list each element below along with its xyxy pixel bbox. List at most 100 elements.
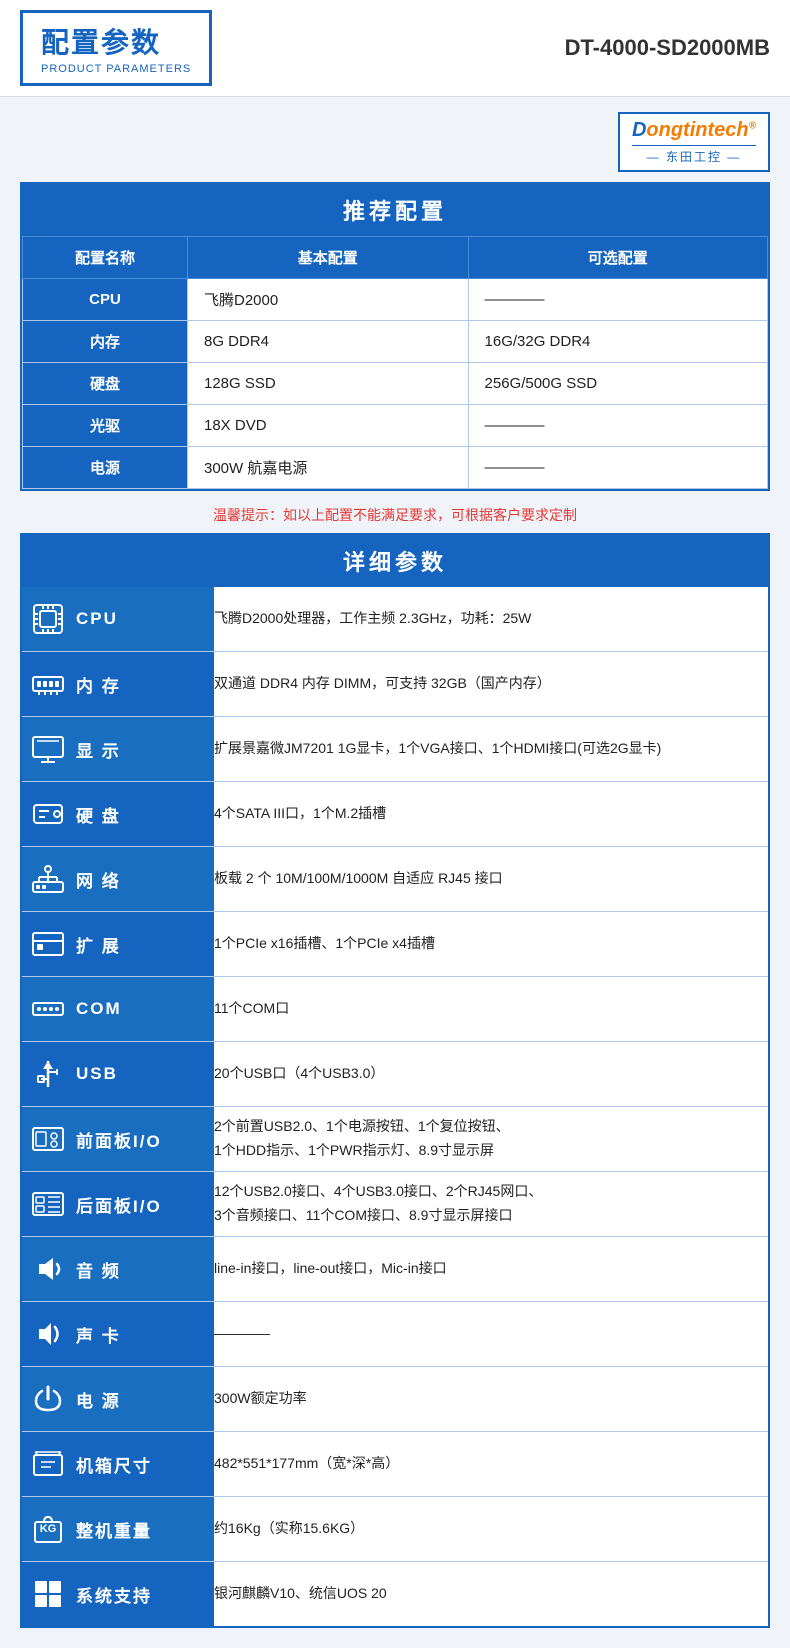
recommend-basic: 128G SSD — [188, 363, 469, 405]
detail-label-text: 内 存 — [76, 672, 121, 697]
detail-label-text: COM — [76, 999, 122, 1019]
detail-row: 后面板I/O 12个USB2.0接口、4个USB3.0接口、2个RJ45网口、3… — [22, 1172, 768, 1237]
detail-value: 飞腾D2000处理器，工作主频 2.3GHz，功耗：25W — [214, 587, 768, 652]
display-icon — [30, 731, 66, 767]
detail-label-text: CPU — [76, 609, 118, 629]
col-basic: 基本配置 — [188, 237, 469, 279]
power-icon — [30, 1381, 66, 1417]
recommend-basic: 18X DVD — [188, 405, 469, 447]
detail-label-text: 整机重量 — [76, 1517, 152, 1542]
detail-label-cell: USB — [22, 1042, 214, 1107]
detail-section: 详细参数 CPU 飞腾D2000处理器，工作主频 2.3GHz，功耗：25W 内… — [20, 533, 770, 1628]
detail-value: 300W额定功率 — [214, 1367, 768, 1432]
detail-label-text: 扩 展 — [76, 932, 121, 957]
recommend-row: CPU 飞腾D2000 ———— — [23, 279, 768, 321]
detail-row: 声 卡 ———— — [22, 1302, 768, 1367]
audio-icon — [30, 1251, 66, 1287]
detail-label-cell: 音 频 — [22, 1237, 214, 1302]
detail-value: 20个USB口（4个USB3.0） — [214, 1042, 768, 1107]
detail-label-text: 机箱尺寸 — [76, 1452, 152, 1477]
recommend-label: CPU — [23, 279, 188, 321]
detail-label-text: 声 卡 — [76, 1322, 121, 1347]
page-title-en: PRODUCT PARAMETERS — [41, 63, 191, 75]
detail-row: 电 源 300W额定功率 — [22, 1367, 768, 1432]
detail-value: 12个USB2.0接口、4个USB3.0接口、2个RJ45网口、3个音频接口、1… — [214, 1172, 768, 1237]
detail-row: USB 20个USB口（4个USB3.0） — [22, 1042, 768, 1107]
model-number: DT-4000-SD2000MB — [565, 35, 770, 61]
recommend-optional: ———— — [468, 405, 767, 447]
detail-row: 机箱尺寸 482*551*177mm（宽*深*高） — [22, 1432, 768, 1497]
detail-label-cell: 系统支持 — [22, 1562, 214, 1627]
recommend-label: 内存 — [23, 321, 188, 363]
recommend-section: 推荐配置 配置名称 基本配置 可选配置 CPU 飞腾D2000 ———— 内存 … — [20, 182, 770, 491]
detail-value: 11个COM口 — [214, 977, 768, 1042]
detail-value: 双通道 DDR4 内存 DIMM，可支持 32GB（国产内存） — [214, 652, 768, 717]
recommend-optional: ———— — [468, 279, 767, 321]
logo-brand: Dongtintech® — [632, 119, 756, 142]
detail-row: KG 整机重量 约16Kg（实称15.6KG） — [22, 1497, 768, 1562]
detail-label-text: 后面板I/O — [76, 1192, 162, 1217]
detail-label-text: 显 示 — [76, 737, 121, 762]
soundcard-icon — [30, 1316, 66, 1352]
detail-label-text: 系统支持 — [76, 1582, 152, 1607]
weight-icon: KG — [30, 1511, 66, 1547]
detail-label-cell: 电 源 — [22, 1367, 214, 1432]
recommend-row: 光驱 18X DVD ———— — [23, 405, 768, 447]
detail-label-cell: 扩 展 — [22, 912, 214, 977]
detail-row: 网 络 板载 2 个 10M/100M/1000M 自适应 RJ45 接口 — [22, 847, 768, 912]
network-icon — [30, 861, 66, 897]
recommend-table: 配置名称 基本配置 可选配置 CPU 飞腾D2000 ———— 内存 8G DD… — [22, 236, 768, 489]
detail-label-cell: 前面板I/O — [22, 1107, 214, 1172]
detail-label-cell: 网 络 — [22, 847, 214, 912]
detail-row: COM 11个COM口 — [22, 977, 768, 1042]
svg-text:KG: KG — [40, 1523, 57, 1535]
page-header: 配置参数 PRODUCT PARAMETERS DT-4000-SD2000MB — [0, 0, 790, 97]
recommend-row: 电源 300W 航嘉电源 ———— — [23, 447, 768, 489]
detail-row: 显 示 扩展景嘉微JM7201 1G显卡，1个VGA接口、1个HDMI接口(可选… — [22, 717, 768, 782]
recommend-basic: 8G DDR4 — [188, 321, 469, 363]
detail-value: 板载 2 个 10M/100M/1000M 自适应 RJ45 接口 — [214, 847, 768, 912]
detail-label-text: 硬 盘 — [76, 802, 121, 827]
detail-label-cell: CPU — [22, 587, 214, 652]
recommend-label: 电源 — [23, 447, 188, 489]
detail-title: 详细参数 — [22, 535, 768, 587]
detail-row: 内 存 双通道 DDR4 内存 DIMM，可支持 32GB（国产内存） — [22, 652, 768, 717]
recommend-optional: ———— — [468, 447, 767, 489]
detail-table: CPU 飞腾D2000处理器，工作主频 2.3GHz，功耗：25W 内 存 双通… — [22, 587, 768, 1626]
detail-label-cell: 后面板I/O — [22, 1172, 214, 1237]
recommend-label: 光驱 — [23, 405, 188, 447]
detail-value: 银河麒麟V10、统信UOS 20 — [214, 1562, 768, 1627]
com-icon — [30, 991, 66, 1027]
detail-label-text: 电 源 — [76, 1387, 121, 1412]
recommend-optional: 16G/32G DDR4 — [468, 321, 767, 363]
recommend-basic: 飞腾D2000 — [188, 279, 469, 321]
detail-value: line-in接口，line-out接口，Mic-in接口 — [214, 1237, 768, 1302]
logo-container: Dongtintech® — 东田工控 — — [20, 112, 770, 172]
title-box: 配置参数 PRODUCT PARAMETERS — [20, 10, 212, 86]
frontpanel-icon — [30, 1121, 66, 1157]
detail-value: 482*551*177mm（宽*深*高） — [214, 1432, 768, 1497]
chassis-icon — [30, 1446, 66, 1482]
recommend-basic: 300W 航嘉电源 — [188, 447, 469, 489]
harddisk-icon — [30, 796, 66, 832]
detail-value: 2个前置USB2.0、1个电源按钮、1个复位按钮、1个HDD指示、1个PWR指示… — [214, 1107, 768, 1172]
page-title-zh: 配置参数 — [41, 21, 191, 61]
detail-label-text: USB — [76, 1064, 118, 1084]
logo-box: Dongtintech® — 东田工控 — — [618, 112, 770, 172]
rearpanel-icon — [30, 1186, 66, 1222]
detail-value: 约16Kg（实称15.6KG） — [214, 1497, 768, 1562]
detail-row: 音 频 line-in接口，line-out接口，Mic-in接口 — [22, 1237, 768, 1302]
logo-subtext: — 东田工控 — — [632, 145, 756, 165]
os-icon — [30, 1576, 66, 1612]
detail-label-cell: 内 存 — [22, 652, 214, 717]
detail-row: 系统支持 银河麒麟V10、统信UOS 20 — [22, 1562, 768, 1627]
warm-tip: 温馨提示：如以上配置不能满足要求，可根据客户要求定制 — [20, 505, 770, 525]
recommend-optional: 256G/500G SSD — [468, 363, 767, 405]
detail-label-text: 音 频 — [76, 1257, 121, 1282]
detail-value: ———— — [214, 1302, 768, 1367]
detail-label-cell: 机箱尺寸 — [22, 1432, 214, 1497]
recommend-label: 硬盘 — [23, 363, 188, 405]
detail-value: 1个PCIe x16插槽、1个PCIe x4插槽 — [214, 912, 768, 977]
detail-label-cell: COM — [22, 977, 214, 1042]
detail-label-cell: 显 示 — [22, 717, 214, 782]
